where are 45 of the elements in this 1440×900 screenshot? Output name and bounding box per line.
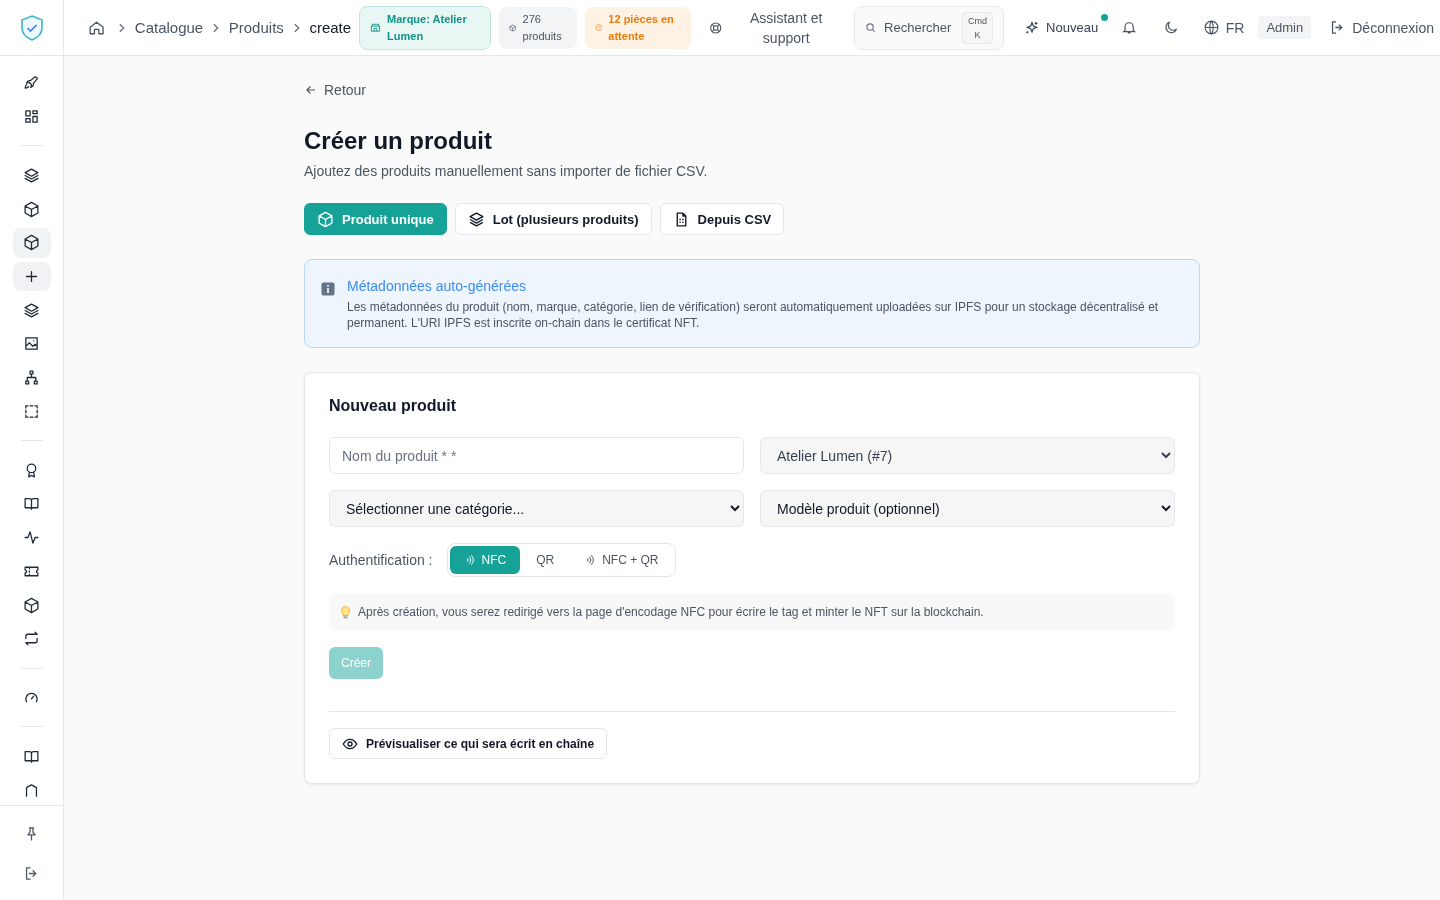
page-subtitle: Ajoutez des produits manuellement sans importer de fichier CSV.: [304, 163, 709, 179]
auth-option[interactable]: QR: [522, 546, 569, 574]
chevron-icon: [211, 22, 221, 33]
layers-icon: [467, 210, 485, 228]
bell-icon[interactable]: [1121, 19, 1138, 36]
auth-label: Authentification :: [329, 552, 433, 568]
nfc-icon: [584, 554, 597, 566]
role-badge: Admin: [1258, 16, 1312, 39]
new-button[interactable]: Nouveau: [1018, 15, 1105, 40]
chevron-icon: [117, 22, 127, 33]
breadcrumb-link[interactable]: Catalogue: [134, 19, 204, 36]
mode-tab[interactable]: Lot (plusieurs produits): [454, 203, 652, 235]
shield-logo-icon: [18, 13, 45, 42]
product-name-field[interactable]: Nom du produit * *: [329, 437, 744, 474]
shortcut-key: Cmd K: [962, 11, 994, 44]
page-title: Créer un produit: [304, 127, 493, 155]
globe-icon: [1202, 19, 1220, 36]
info-text: Les métadonnées du produit (nom, marque, catégorie, lien de vérification) seront automatiquement uploadées sur IPFS pour un stockage décentralisé et permanent. L'URI IPFS est inscrite on-chain dans le certificat NFT.: [347, 299, 1160, 331]
status-badge: Marque: Atelier Lumen: [359, 5, 492, 50]
arrow-left-icon: [304, 83, 318, 97]
assistant-link[interactable]: Assistant et support: [738, 7, 835, 48]
preview-button[interactable]: Prévisualiser ce qui sera écrit en chaîne: [329, 728, 608, 759]
moon-icon[interactable]: [1163, 19, 1180, 36]
info-icon: [321, 282, 335, 296]
breadcrumb-link[interactable]: Produits: [228, 19, 284, 36]
status-badge: 12 pièces en attente: [584, 6, 691, 49]
box-icon[interactable]: [12, 227, 51, 258]
info-title: Métadonnées auto-générées: [347, 278, 528, 294]
back-link[interactable]: Retour: [304, 82, 367, 98]
select-field[interactable]: Sélectionner une catégorie...: [329, 490, 744, 527]
mode-tab[interactable]: Depuis CSV: [659, 203, 785, 235]
auth-option[interactable]: NFC + QR: [570, 546, 673, 574]
breadcrumb-link[interactable]: create: [309, 19, 352, 36]
lifebuoy-icon[interactable]: [708, 20, 723, 35]
language-button[interactable]: FR: [1196, 15, 1251, 40]
logout-button[interactable]: Déconnexion: [1323, 15, 1440, 40]
form-title: Nouveau produit: [329, 397, 458, 415]
box-icon: [317, 210, 334, 228]
search-input[interactable]: Rechercher: [882, 19, 957, 36]
select-field[interactable]: Modèle produit (optionnel): [760, 490, 1175, 527]
status-badge: 276 produits: [499, 6, 577, 49]
search-icon: [865, 22, 877, 33]
lightbulb-icon: [341, 605, 350, 619]
hint-text: Après création, vous serez redirigé vers la page d'encodage NFC pour écrire le tag et minter le NFT sur la blockchain.: [358, 605, 984, 619]
sparkle-icon: [1024, 19, 1041, 36]
